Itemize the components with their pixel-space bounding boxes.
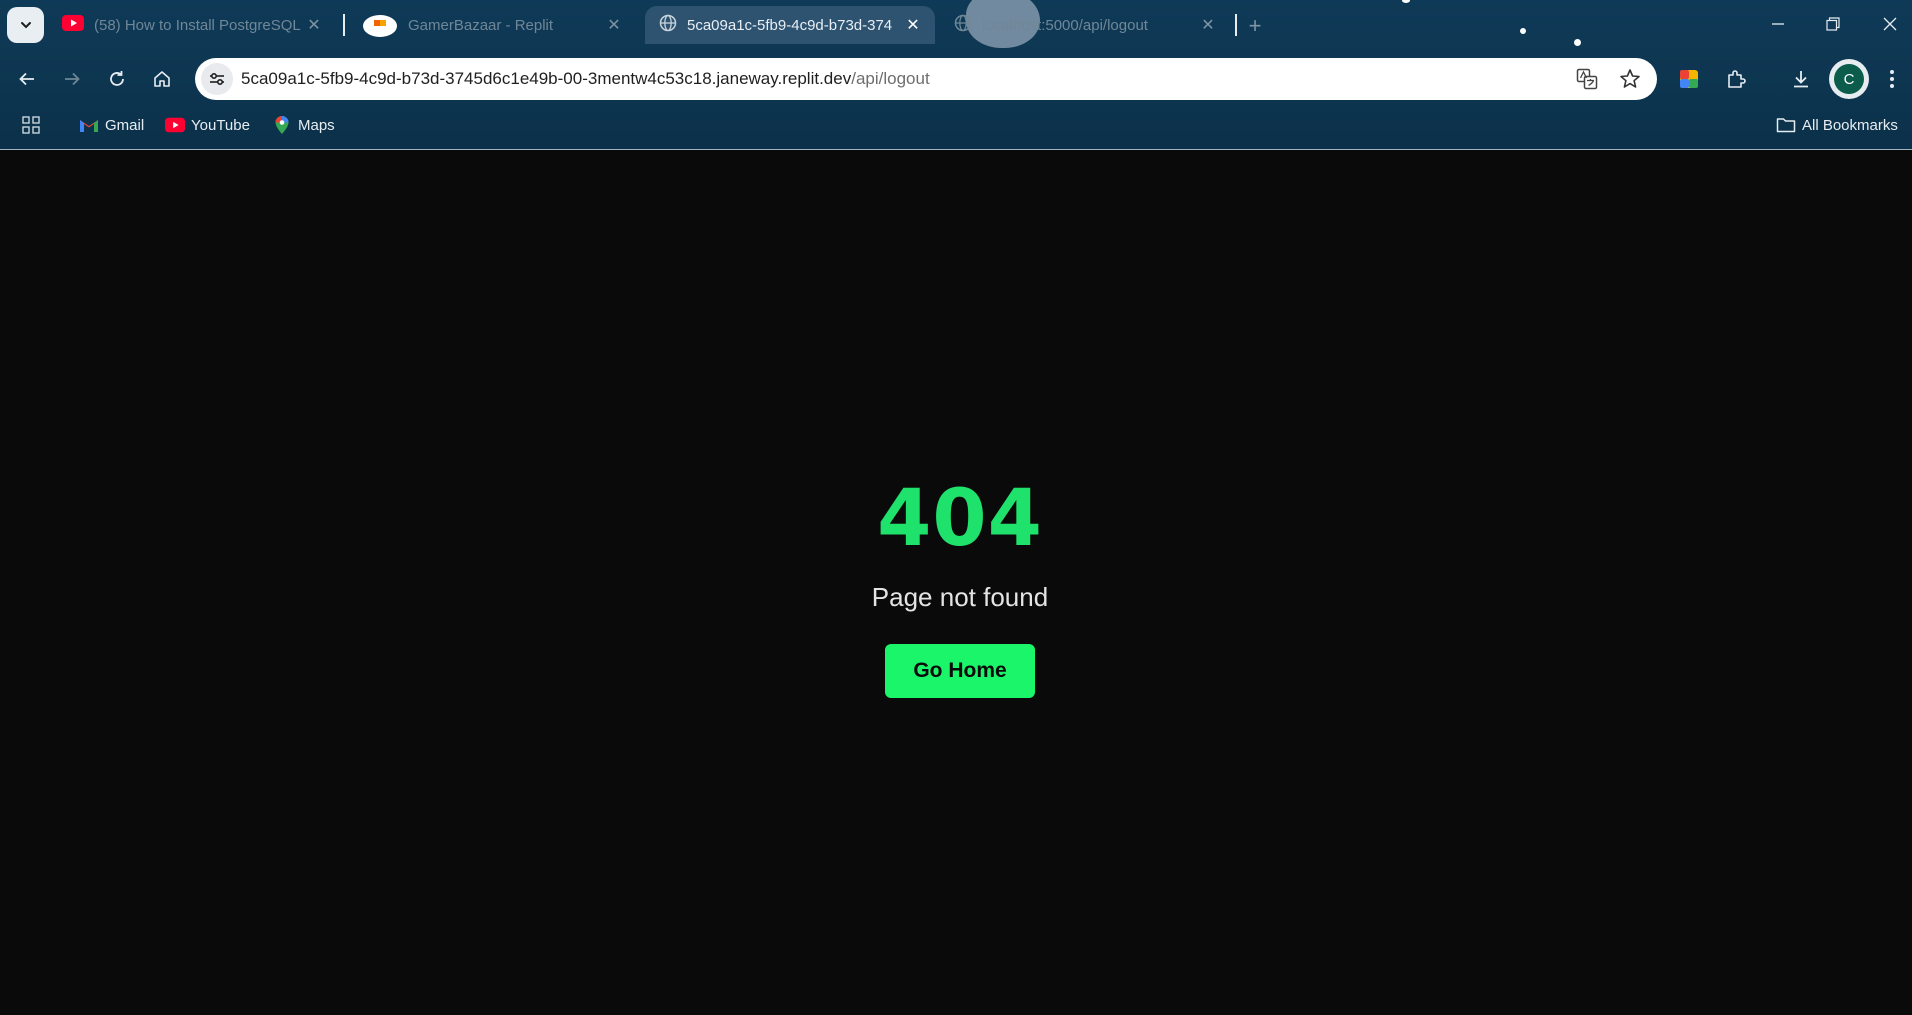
tab-replit[interactable]: GamerBazaar - Replit ✕ [348, 6, 636, 44]
bookmark-label: Maps [298, 116, 335, 134]
back-button[interactable] [9, 61, 45, 97]
page-content: 404 Page not found Go Home [0, 150, 1912, 1015]
translate-button[interactable] [1575, 67, 1599, 91]
tab-separator [343, 14, 345, 36]
site-info-button[interactable] [201, 63, 233, 95]
bookmark-label: YouTube [191, 116, 250, 134]
close-window-button[interactable] [1864, 8, 1912, 40]
new-tab-button[interactable]: + [1241, 12, 1269, 40]
chevron-down-icon [20, 22, 31, 29]
puzzle-icon [1728, 70, 1746, 88]
error-message: Page not found [871, 582, 1049, 612]
error-code: 404 [877, 474, 1043, 564]
youtube-icon [62, 14, 84, 36]
bookmark-gmail[interactable]: Gmail [79, 110, 144, 140]
go-home-button[interactable]: Go Home [885, 644, 1035, 698]
restore-button[interactable] [1807, 8, 1859, 40]
tab-active-page[interactable]: 5ca09a1c-5fb9-4c9d-b73d-374 ✕ [645, 6, 935, 44]
tab-title: 5ca09a1c-5fb9-4c9d-b73d-374 [687, 16, 893, 34]
tab-close-icon[interactable]: ✕ [304, 15, 324, 35]
extensions-menu-button[interactable] [1718, 61, 1754, 97]
bookmark-maps[interactable]: Maps [272, 110, 335, 140]
tab-close-icon[interactable]: ✕ [1198, 15, 1218, 35]
tab-strip: (58) How to Install PostgreSQL ✕ GamerBa… [0, 0, 1912, 50]
star-icon [1620, 69, 1640, 88]
tune-icon [210, 72, 224, 86]
folder-icon [1776, 115, 1796, 135]
tab-search-button[interactable] [7, 7, 44, 43]
restore-icon [1826, 17, 1840, 31]
all-bookmarks-button[interactable]: All Bookmarks [1776, 110, 1898, 140]
globe-icon [954, 14, 972, 37]
forward-button[interactable] [54, 61, 90, 97]
browser-toolbar: 5ca09a1c-5fb9-4c9d-b73d-3745d6c1e49b-00-… [0, 55, 1912, 103]
tab-title: (58) How to Install PostgreSQL [94, 16, 301, 34]
browser-chrome: (58) How to Install PostgreSQL ✕ GamerBa… [0, 0, 1912, 150]
gmail-icon [79, 115, 99, 135]
maps-icon [272, 115, 292, 135]
all-bookmarks-label: All Bookmarks [1802, 116, 1898, 134]
extension-button[interactable] [1671, 61, 1707, 97]
bookmark-youtube[interactable]: YouTube [165, 110, 250, 140]
tab-youtube[interactable]: (58) How to Install PostgreSQL ✕ [48, 6, 336, 44]
minimize-button[interactable] [1752, 8, 1804, 40]
tab-separator [1235, 14, 1237, 36]
tab-localhost[interactable]: localhost:5000/api/logout ✕ [940, 6, 1230, 44]
home-icon [154, 71, 170, 87]
reload-icon [110, 71, 124, 86]
url-text[interactable]: 5ca09a1c-5fb9-4c9d-b73d-3745d6c1e49b-00-… [241, 58, 930, 100]
globe-icon [659, 14, 677, 37]
bookmark-label: Gmail [105, 116, 145, 134]
plus-icon: + [1248, 13, 1262, 38]
apps-button[interactable] [21, 110, 41, 140]
replit-icon [362, 6, 398, 45]
close-icon [1883, 17, 1897, 31]
download-icon [1794, 71, 1808, 88]
downloads-button[interactable] [1783, 61, 1819, 97]
profile-avatar[interactable]: C [1829, 59, 1869, 99]
profile-initial: C [1834, 64, 1864, 94]
url-host: 5ca09a1c-5fb9-4c9d-b73d-3745d6c1e49b-00-… [241, 69, 852, 88]
reload-button[interactable] [99, 61, 135, 97]
tab-close-icon[interactable]: ✕ [604, 15, 624, 35]
tab-title: GamerBazaar - Replit [408, 16, 554, 34]
browser-menu-button[interactable] [1874, 61, 1910, 97]
translate-icon [1576, 68, 1598, 90]
arrow-right-icon [65, 72, 80, 86]
extension-colorful-icon [1680, 70, 1698, 88]
address-bar[interactable]: 5ca09a1c-5fb9-4c9d-b73d-3745d6c1e49b-00-… [195, 58, 1657, 100]
apps-grid-icon [22, 116, 40, 134]
minimize-icon [1772, 23, 1784, 25]
url-path: /api/logout [851, 69, 930, 88]
arrow-left-icon [19, 72, 34, 86]
bookmarks-bar: Gmail YouTube Maps All Bookmarks [0, 110, 1912, 140]
bookmark-star-button[interactable] [1618, 67, 1642, 91]
kebab-menu-icon [1890, 70, 1894, 88]
tab-title: localhost:5000/api/logout [982, 16, 1148, 34]
home-button[interactable] [144, 61, 180, 97]
tab-close-icon[interactable]: ✕ [903, 15, 923, 35]
youtube-icon [165, 115, 185, 135]
